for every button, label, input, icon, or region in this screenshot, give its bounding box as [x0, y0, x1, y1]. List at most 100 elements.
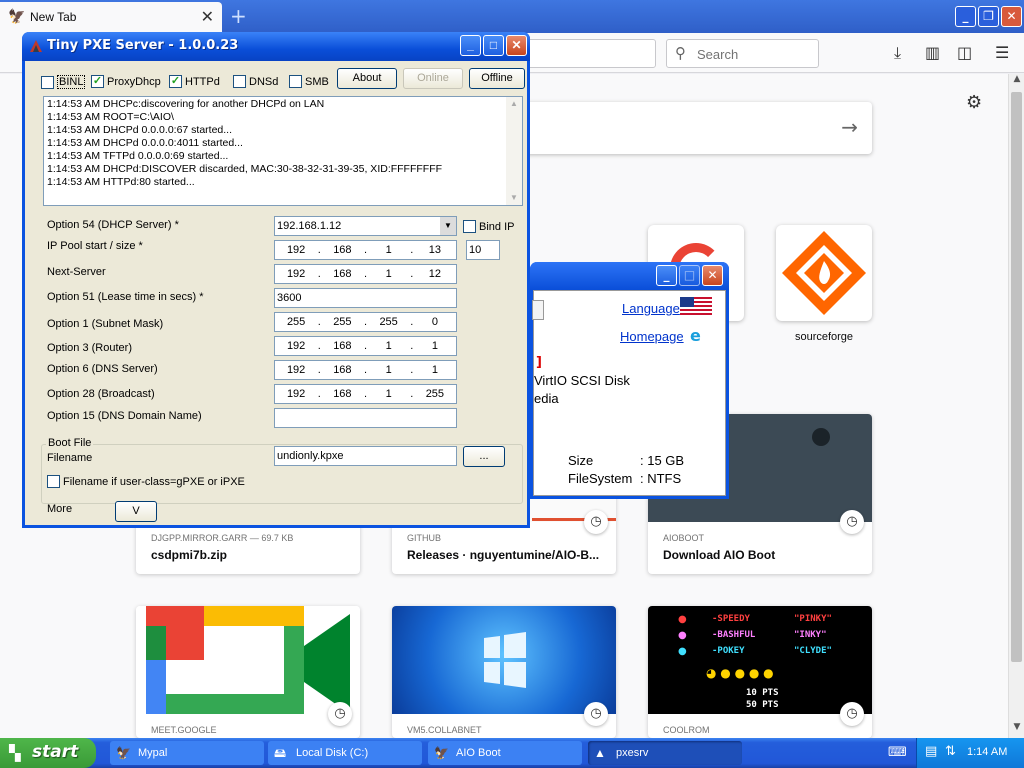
- ip-octet[interactable]: 192: [275, 385, 317, 403]
- checkbox-bind-ip-box[interactable]: [463, 220, 476, 233]
- checkbox-bind-ip[interactable]: Bind IP: [463, 220, 514, 233]
- ip-octet[interactable]: 168: [321, 241, 363, 259]
- pxe-minimize-button[interactable]: _: [460, 35, 481, 56]
- browser-minimize-button[interactable]: _: [955, 6, 976, 27]
- filename-field[interactable]: undionly.kpxe: [274, 446, 457, 466]
- checkbox-dnsd-box[interactable]: [233, 75, 246, 88]
- page-scrollbar[interactable]: ▲ ▼: [1008, 74, 1024, 738]
- dns-domain-field[interactable]: [274, 408, 457, 428]
- taskbar-item-mypal[interactable]: 🦅 Mypal: [110, 741, 264, 765]
- ip-octet[interactable]: 255: [321, 313, 363, 331]
- checkbox-dnsd[interactable]: DNSd: [233, 75, 278, 88]
- log-scroll-down-icon[interactable]: ▼: [506, 191, 522, 205]
- browser-close-button[interactable]: ✕: [1001, 6, 1022, 27]
- highlight-card[interactable]: ● -SPEEDY "PINKY" ● -BASHFUL "INKY" ● -POKEY "CL…: [648, 606, 872, 738]
- log-scrollbar[interactable]: ▲ ▼: [506, 97, 522, 205]
- opt54-select[interactable]: 192.168.1.12 ▼: [274, 216, 457, 236]
- taskbar-item-aioboot[interactable]: 🦅 AIO Boot: [428, 741, 582, 765]
- ip-octet[interactable]: 1: [368, 361, 410, 379]
- next-server-field[interactable]: 192. 168. 1. 12: [274, 264, 457, 284]
- online-button[interactable]: Online: [403, 68, 463, 89]
- checkbox-smb-box[interactable]: [289, 75, 302, 88]
- ip-octet[interactable]: 192: [275, 361, 317, 379]
- ip-octet[interactable]: 0: [414, 313, 456, 331]
- topsite-sourceforge[interactable]: [776, 225, 872, 321]
- aioboot-close-button[interactable]: ✕: [702, 265, 723, 286]
- dropdown-arrow-icon[interactable]: ▼: [440, 217, 456, 235]
- browse-button[interactable]: ...: [463, 446, 505, 467]
- ip-octet[interactable]: 255: [414, 385, 456, 403]
- sidebar-icon[interactable]: ◫: [957, 43, 972, 62]
- ip-octet[interactable]: 168: [321, 265, 363, 283]
- checkbox-filename-ifuser[interactable]: Filename if user-class=gPXE or iPXE: [47, 475, 245, 488]
- tab-new-tab[interactable]: 🦅 New Tab ✕: [0, 2, 222, 33]
- ip-octet[interactable]: 13: [414, 241, 456, 259]
- checkbox-smb[interactable]: SMB: [289, 75, 329, 88]
- taskbar-item-local-disk[interactable]: 🖴 Local Disk (C:): [268, 741, 422, 765]
- server-tray-icon[interactable]: ▤: [925, 744, 937, 759]
- library-icon[interactable]: ▥: [925, 43, 940, 62]
- ip-octet[interactable]: 168: [321, 337, 363, 355]
- aioboot-titlebar[interactable]: _ □ ✕: [530, 262, 729, 290]
- ip-octet[interactable]: 1: [368, 241, 410, 259]
- ip-octet[interactable]: 255: [275, 313, 317, 331]
- highlight-card[interactable]: ◷ MEET.GOOGLE: [136, 606, 360, 738]
- pxe-maximize-button[interactable]: □: [483, 35, 504, 56]
- highlight-card[interactable]: ◷ VM5.COLLABNET: [392, 606, 616, 738]
- tray-clock[interactable]: 1:14 AM: [967, 746, 1007, 758]
- download-icon[interactable]: ⤓: [894, 43, 901, 63]
- about-button[interactable]: About: [337, 68, 397, 89]
- scroll-down-arrow-icon[interactable]: ▼: [1009, 722, 1024, 738]
- checkbox-httpd[interactable]: ✓ HTTPd: [169, 75, 220, 88]
- ip-octet[interactable]: 168: [321, 385, 363, 403]
- scroll-thumb[interactable]: [1011, 92, 1022, 662]
- log-scroll-up-icon[interactable]: ▲: [506, 97, 522, 111]
- ip-octet[interactable]: 255: [368, 313, 410, 331]
- scroll-up-arrow-icon[interactable]: ▲: [1009, 74, 1024, 90]
- ip-octet[interactable]: 192: [275, 241, 317, 259]
- ip-octet[interactable]: 1: [368, 385, 410, 403]
- ip-octet[interactable]: 12: [414, 265, 456, 283]
- start-button[interactable]: ▚ start: [0, 738, 96, 768]
- pxe-titlebar[interactable]: Tiny PXE Server - 1.0.0.23 _ □ ✕: [22, 32, 530, 61]
- menu-hamburger-icon[interactable]: ☰: [995, 43, 1009, 62]
- checkbox-binl[interactable]: BINL: [41, 75, 86, 89]
- tab-close-icon[interactable]: ✕: [201, 7, 214, 26]
- pool-ip-field[interactable]: 192. 168. 1. 13: [274, 240, 457, 260]
- ip-octet[interactable]: 1: [368, 265, 410, 283]
- aioboot-maximize-button[interactable]: □: [679, 265, 700, 286]
- search-box[interactable]: ⚲ Search: [666, 39, 819, 68]
- pool-size-field[interactable]: 10: [466, 240, 500, 260]
- offline-button[interactable]: Offline: [469, 68, 525, 89]
- ip-octet[interactable]: 168: [321, 361, 363, 379]
- ip-octet[interactable]: 1: [414, 361, 456, 379]
- network-tray-icon[interactable]: ⇅: [945, 744, 956, 759]
- ip-octet[interactable]: 1: [368, 337, 410, 355]
- checkbox-proxydhcp[interactable]: ✓ ProxyDhcp: [91, 75, 161, 88]
- keyboard-layout-icon[interactable]: ⌨: [888, 745, 907, 760]
- url-bar[interactable]: [520, 39, 656, 68]
- router-field[interactable]: 192. 168. 1. 1: [274, 336, 457, 356]
- ip-octet[interactable]: 192: [275, 265, 317, 283]
- browser-restore-button[interactable]: ❐: [978, 6, 999, 27]
- broadcast-field[interactable]: 192. 168. 1. 255: [274, 384, 457, 404]
- ip-octet[interactable]: 1: [414, 337, 456, 355]
- opt51-field[interactable]: 3600: [274, 288, 457, 308]
- newtab-search-input[interactable]: →: [520, 102, 872, 154]
- log-textarea[interactable]: 1:14:53 AM DHCPc:discovering for another…: [43, 96, 523, 206]
- search-go-arrow-icon[interactable]: →: [841, 115, 858, 139]
- ip-octet[interactable]: 192: [275, 337, 317, 355]
- dns-server-field[interactable]: 192. 168. 1. 1: [274, 360, 457, 380]
- homepage-link[interactable]: Homepage: [620, 329, 684, 344]
- gear-icon[interactable]: ⚙: [966, 92, 982, 113]
- checkbox-binl-box[interactable]: [41, 75, 54, 89]
- aioboot-minimize-button[interactable]: _: [656, 265, 677, 286]
- language-link[interactable]: Language: [622, 301, 680, 316]
- checkbox-proxydhcp-box[interactable]: ✓: [91, 75, 104, 88]
- subnet-mask-field[interactable]: 255. 255. 255. 0: [274, 312, 457, 332]
- more-button[interactable]: V: [115, 501, 157, 522]
- taskbar-item-pxesrv[interactable]: ▲ pxesrv: [588, 741, 742, 765]
- new-tab-plus-icon[interactable]: +: [230, 4, 247, 28]
- checkbox-httpd-box[interactable]: ✓: [169, 75, 182, 88]
- pxe-close-button[interactable]: ✕: [506, 35, 527, 56]
